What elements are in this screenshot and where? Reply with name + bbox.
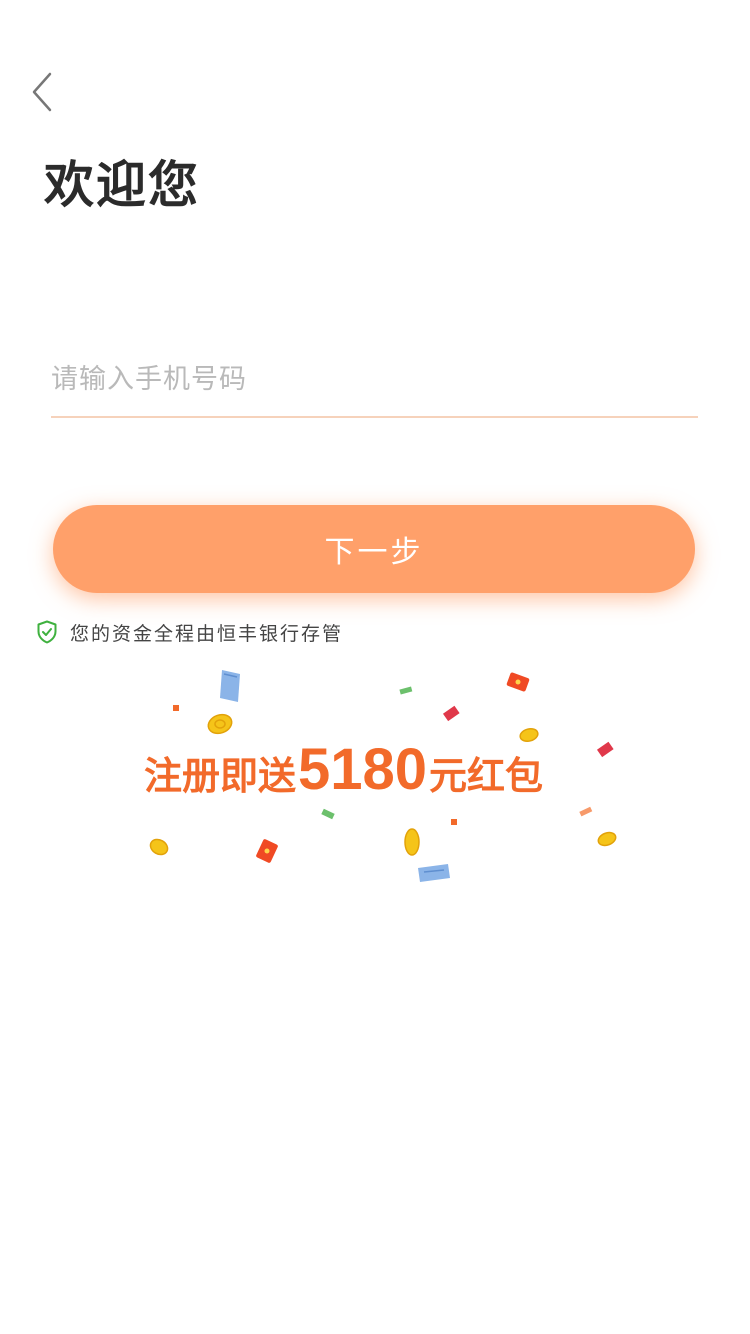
phone-field [51,346,698,418]
coin-icon [149,838,169,856]
banknote-icon [220,670,240,702]
red-envelope-icon [506,672,530,692]
chevron-left-icon [30,72,54,116]
promo-suffix: 元红包 [429,754,544,798]
red-envelope-icon [596,741,614,758]
coin-icon [597,831,617,847]
safety-note-text: 您的资金全程由恒丰银行存管 [70,622,344,645]
safety-note: 您的资金全程由恒丰银行存管 [36,618,343,646]
confetti-icon [173,705,179,711]
promo-headline: 注册即送 5180 元红包 [144,736,543,803]
coin-icon [207,713,233,735]
promo-prefix: 注册即送 [144,754,297,798]
back-button[interactable] [22,70,62,118]
confetti-icon [321,808,335,820]
page-title: 欢迎您 [44,156,200,214]
confetti-icon [579,806,593,817]
coin-icon [404,828,420,856]
promo-amount: 5180 [298,737,428,802]
red-envelope-icon [442,705,460,722]
red-envelope-icon [256,839,278,863]
confetti-icon [451,819,457,825]
promo-banner[interactable]: 注册即送 5180 元红包 [130,660,630,900]
banknote-icon [418,864,450,882]
shield-check-icon [36,620,58,644]
next-step-button[interactable]: 下一步 [53,505,695,593]
confetti-icon [399,686,413,695]
phone-input[interactable] [51,346,698,412]
